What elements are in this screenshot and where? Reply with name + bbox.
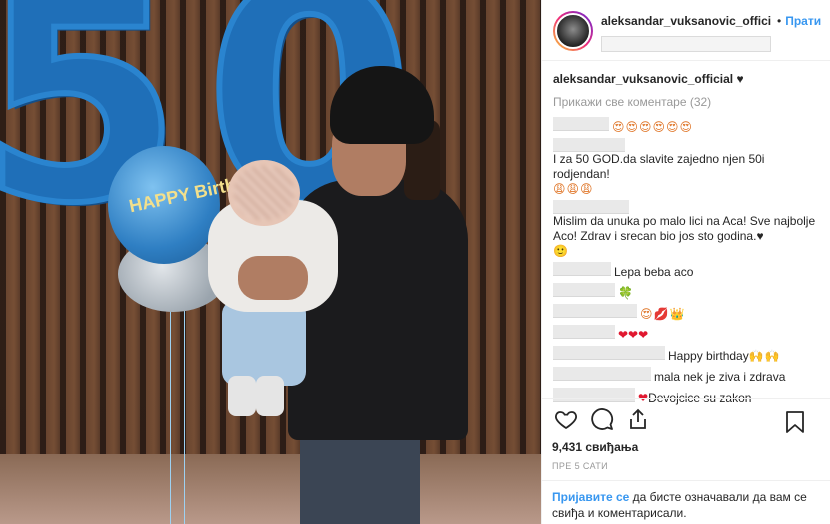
redacted-username[interactable] bbox=[553, 262, 611, 276]
redacted-username[interactable] bbox=[553, 367, 651, 381]
login-prompt: Пријавите се да бисте означавали да вам … bbox=[541, 480, 830, 524]
location-redacted bbox=[601, 36, 771, 52]
bookmark-icon[interactable] bbox=[780, 407, 810, 437]
caption-text: ♥ bbox=[736, 72, 744, 86]
comment: mala nek je ziva i zdrava bbox=[553, 367, 823, 385]
redacted-username[interactable] bbox=[553, 283, 615, 297]
comment-text: Lepa beba aco bbox=[614, 265, 694, 279]
comment-text: mala nek je ziva i zdrava bbox=[654, 370, 786, 384]
blurred-face bbox=[234, 166, 294, 220]
redacted-username[interactable] bbox=[553, 304, 637, 318]
floor bbox=[0, 454, 541, 524]
avatar-image bbox=[555, 13, 591, 49]
caption-username[interactable]: aleksandar_vuksanovic_official bbox=[553, 72, 733, 86]
post-photo[interactable]: 5 0 HAPPY Birthday bbox=[0, 0, 541, 524]
heart-icon[interactable] bbox=[551, 404, 581, 434]
baby-shoe bbox=[228, 376, 256, 416]
action-icons bbox=[541, 399, 830, 439]
comment-text: Mislim da unuka po malo lici na Aca! Sve… bbox=[553, 214, 816, 243]
follow-button[interactable]: Прати bbox=[785, 14, 825, 28]
comment-text: Happy birthday bbox=[668, 349, 749, 363]
redacted-username[interactable] bbox=[553, 117, 609, 131]
comment: I za 50 GOD.da slavite zajedno njen 50i … bbox=[553, 138, 823, 197]
comment-emoji: 🍀 bbox=[618, 286, 634, 300]
post-time[interactable]: ПРЕ 5 САТИ bbox=[552, 461, 830, 471]
balloon-string bbox=[184, 280, 185, 524]
share-icon[interactable] bbox=[623, 404, 653, 434]
redacted-username[interactable] bbox=[553, 325, 615, 339]
comment: Happy birthday 🙌🙌 bbox=[553, 346, 823, 364]
header-info: aleksandar_vuksanovic_offici • Прати bbox=[601, 11, 830, 52]
post-actions: 9,431 свиђања ПРЕ 5 САТИ Пријавите се да… bbox=[541, 398, 830, 524]
likes-count[interactable]: 9,431 свиђања bbox=[552, 440, 830, 454]
comment-emoji: 😍💋👑 bbox=[640, 307, 686, 321]
login-link[interactable]: Пријавите се bbox=[552, 490, 629, 504]
comment: 😍💋👑 bbox=[553, 304, 823, 322]
comment: 😍😍😍😍😍😍 bbox=[553, 117, 823, 135]
post-header: aleksandar_vuksanovic_offici • Прати bbox=[542, 0, 830, 61]
caption: aleksandar_vuksanovic_official ♥ bbox=[553, 72, 823, 87]
comment-emoji: 🙌🙌 bbox=[748, 349, 781, 363]
baby-legs bbox=[222, 300, 306, 386]
man-arm bbox=[238, 256, 308, 300]
comment-emoji: 😩😩😩 bbox=[553, 182, 594, 196]
comment-text: I za 50 GOD.da slavite zajedno njen 50i … bbox=[553, 152, 765, 181]
comment: Lepa beba aco bbox=[553, 262, 823, 280]
redacted-username[interactable] bbox=[553, 138, 625, 152]
separator-dot: • bbox=[777, 14, 782, 28]
username-link[interactable]: aleksandar_vuksanovic_offici bbox=[601, 14, 773, 28]
comment: ❤❤❤ bbox=[553, 325, 823, 343]
comment-emoji: ❤❤❤ bbox=[618, 328, 649, 342]
comments-list: aleksandar_vuksanovic_official ♥ Прикажи… bbox=[553, 72, 823, 409]
comment-icon[interactable] bbox=[587, 404, 617, 434]
comment-emoji: 🙂 bbox=[553, 244, 569, 258]
redacted-username[interactable] bbox=[553, 346, 665, 360]
redacted-username[interactable] bbox=[553, 200, 629, 214]
instagram-post: 5 0 HAPPY Birthday aleksandar_vuksanovic… bbox=[0, 0, 830, 524]
comment: 🍀 bbox=[553, 283, 823, 301]
comment-emoji: 😍😍😍😍😍😍 bbox=[612, 120, 694, 134]
view-all-comments-link[interactable]: Прикажи све коментаре (32) bbox=[553, 95, 823, 110]
baby-shoe bbox=[256, 376, 284, 416]
avatar[interactable] bbox=[553, 11, 593, 51]
comment: Mislim da unuka po malo lici na Aca! Sve… bbox=[553, 200, 823, 259]
